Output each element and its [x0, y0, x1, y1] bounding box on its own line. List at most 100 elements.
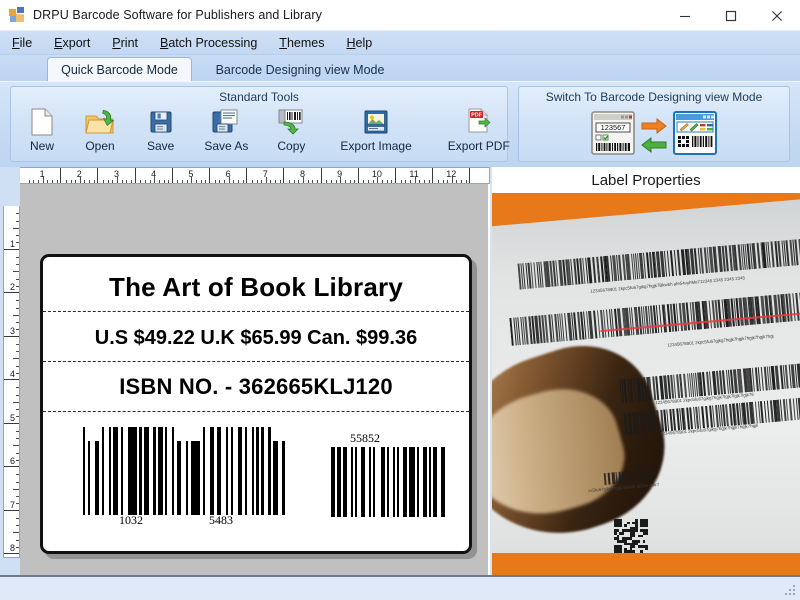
- export-image-button[interactable]: Export Image: [336, 107, 415, 159]
- menu-item-export[interactable]: Export: [54, 36, 90, 50]
- tab-barcode-designing-view-mode[interactable]: Barcode Designing view Mode: [200, 57, 400, 82]
- barcode-bar: [387, 447, 389, 517]
- menu-bar: File Export Print Batch Processing Theme…: [0, 31, 800, 55]
- barcode-bar: [139, 427, 141, 515]
- switch-mode-graphic[interactable]: 123567: [519, 109, 789, 161]
- application-window: DRPU Barcode Software for Publishers and…: [0, 0, 800, 600]
- v-ruler-minor-tick: [16, 308, 19, 309]
- h-ruler-minor-tick: [461, 180, 462, 183]
- barcode-bar: [83, 427, 85, 515]
- barcode-bar: [245, 427, 247, 515]
- h-ruler-minor-tick: [312, 180, 313, 183]
- h-ruler-minor-tick: [429, 180, 430, 183]
- v-ruler-minor-tick: [16, 351, 19, 352]
- h-ruler-minor-tick: [377, 177, 378, 183]
- photo-barcode-bar: [616, 472, 618, 484]
- minimize-button[interactable]: [662, 0, 708, 31]
- h-ruler-minor-tick: [66, 180, 67, 183]
- h-ruler-minor-tick: [229, 177, 230, 183]
- menu-item-file[interactable]: File: [12, 36, 32, 50]
- menu-item-print[interactable]: Print: [112, 36, 138, 50]
- barcode-bar: [158, 427, 163, 515]
- h-ruler-minor-tick: [289, 180, 290, 183]
- h-ruler-minor-tick: [415, 177, 416, 183]
- h-ruler-minor-tick: [71, 180, 72, 183]
- save-button[interactable]: Save: [143, 107, 178, 159]
- v-ruler-minor-tick: [16, 279, 19, 280]
- label-title-text[interactable]: The Art of Book Library: [43, 263, 469, 311]
- h-ruler-minor-tick: [387, 180, 388, 183]
- close-button[interactable]: [754, 0, 800, 31]
- h-ruler-minor-tick: [112, 180, 113, 183]
- h-ruler-minor-tick: [363, 180, 364, 183]
- h-ruler-minor-tick: [201, 180, 202, 183]
- v-ruler-minor-tick: [16, 322, 19, 323]
- h-ruler-minor-tick: [447, 180, 448, 183]
- h-ruler-minor-tick: [205, 180, 206, 183]
- design-canvas[interactable]: The Art of Book Library U.S $49.22 U.K $…: [20, 184, 490, 575]
- tab-quick-barcode-mode[interactable]: Quick Barcode Mode: [47, 57, 192, 82]
- mode-tab-strip: Quick Barcode Mode Barcode Designing vie…: [0, 55, 800, 82]
- main-barcode[interactable]: [83, 427, 287, 515]
- photo-barcode-2-text: 12345678901 2kpc5fu67gjkg7hgjk7hgjk7hgjk…: [667, 333, 774, 347]
- v-ruler-minor-tick: [16, 474, 19, 475]
- barcode-bar: [238, 427, 243, 515]
- label-isbn-text[interactable]: ISBN NO. - 362665KLJ120: [43, 363, 469, 411]
- secondary-barcode[interactable]: [331, 447, 447, 517]
- photo-barcode-bar: [618, 472, 621, 484]
- menu-item-help[interactable]: Help: [346, 36, 372, 50]
- copy-label: Copy: [277, 139, 305, 153]
- h-ruler-minor-tick: [117, 177, 118, 183]
- svg-text:PDF: PDF: [471, 113, 482, 119]
- label-properties-panel: Label Properties 12345678901 2kpc5fu67gi…: [492, 167, 800, 575]
- v-ruler-minor-tick: [13, 271, 19, 272]
- menu-item-batch-processing[interactable]: Batch Processing: [160, 36, 257, 50]
- resize-grip[interactable]: [785, 585, 797, 597]
- title-bar: DRPU Barcode Software for Publishers and…: [0, 0, 800, 31]
- switch-mode-title: Switch To Barcode Designing view Mode: [519, 90, 789, 104]
- barcode-bar: [337, 447, 341, 517]
- menu-item-export-rest: xport: [63, 36, 91, 50]
- menu-accel: T: [279, 36, 287, 50]
- h-ruler-minor-tick: [280, 180, 281, 183]
- barcode-bar: [381, 447, 385, 517]
- h-ruler-minor-tick: [368, 180, 369, 183]
- v-ruler-minor-tick: [16, 431, 19, 432]
- maximize-button[interactable]: [708, 0, 754, 31]
- label-prices-text[interactable]: U.S $49.22 U.K $65.99 Can. $99.36: [43, 315, 469, 361]
- export-pdf-button[interactable]: PDF Export PDF: [444, 107, 514, 159]
- h-ruler-minor-tick: [29, 180, 30, 183]
- h-ruler-minor-tick: [219, 180, 220, 183]
- floppy-disk-icon: [149, 107, 173, 137]
- h-ruler-minor-tick: [382, 180, 383, 183]
- menu-item-themes[interactable]: Themes: [279, 36, 324, 50]
- new-button[interactable]: New: [25, 107, 59, 159]
- barcode-label[interactable]: The Art of Book Library U.S $49.22 U.K $…: [40, 254, 472, 554]
- h-ruler-minor-tick: [94, 180, 95, 183]
- h-ruler-minor-tick: [131, 180, 132, 183]
- photo-barcode-bar: [647, 469, 649, 481]
- barcode-sheet-with-scanner-photo: 12345678901 2kpc5fu67gikg7hgjk7Bkwbh afe…: [492, 193, 800, 575]
- v-ruler-minor-tick: [13, 315, 19, 316]
- barcode-bar: [282, 441, 284, 515]
- photo-barcode-bar: [608, 473, 611, 485]
- save-as-button[interactable]: Save As: [200, 107, 252, 159]
- copy-button[interactable]: Copy: [272, 107, 310, 159]
- v-ruler-minor-tick: [16, 496, 19, 497]
- ruler-corner: [0, 167, 20, 184]
- window-title: DRPU Barcode Software for Publishers and…: [33, 8, 322, 22]
- h-ruler-minor-tick: [298, 180, 299, 183]
- barcode-bar: [203, 427, 205, 515]
- barcode-bar: [153, 427, 155, 515]
- h-ruler-minor-tick: [159, 180, 160, 183]
- designer-mode-window-icon[interactable]: [673, 111, 717, 160]
- h-ruler-minor-tick: [401, 180, 402, 183]
- barcode-bar: [373, 447, 375, 517]
- barcode-bar: [355, 447, 357, 517]
- open-button[interactable]: Open: [81, 107, 119, 159]
- h-ruler-minor-tick: [108, 180, 109, 183]
- label-divider-2: [43, 361, 469, 362]
- barcode-bar: [331, 447, 335, 517]
- quick-mode-window-icon[interactable]: 123567: [591, 111, 635, 160]
- v-ruler-minor-tick: [16, 409, 19, 410]
